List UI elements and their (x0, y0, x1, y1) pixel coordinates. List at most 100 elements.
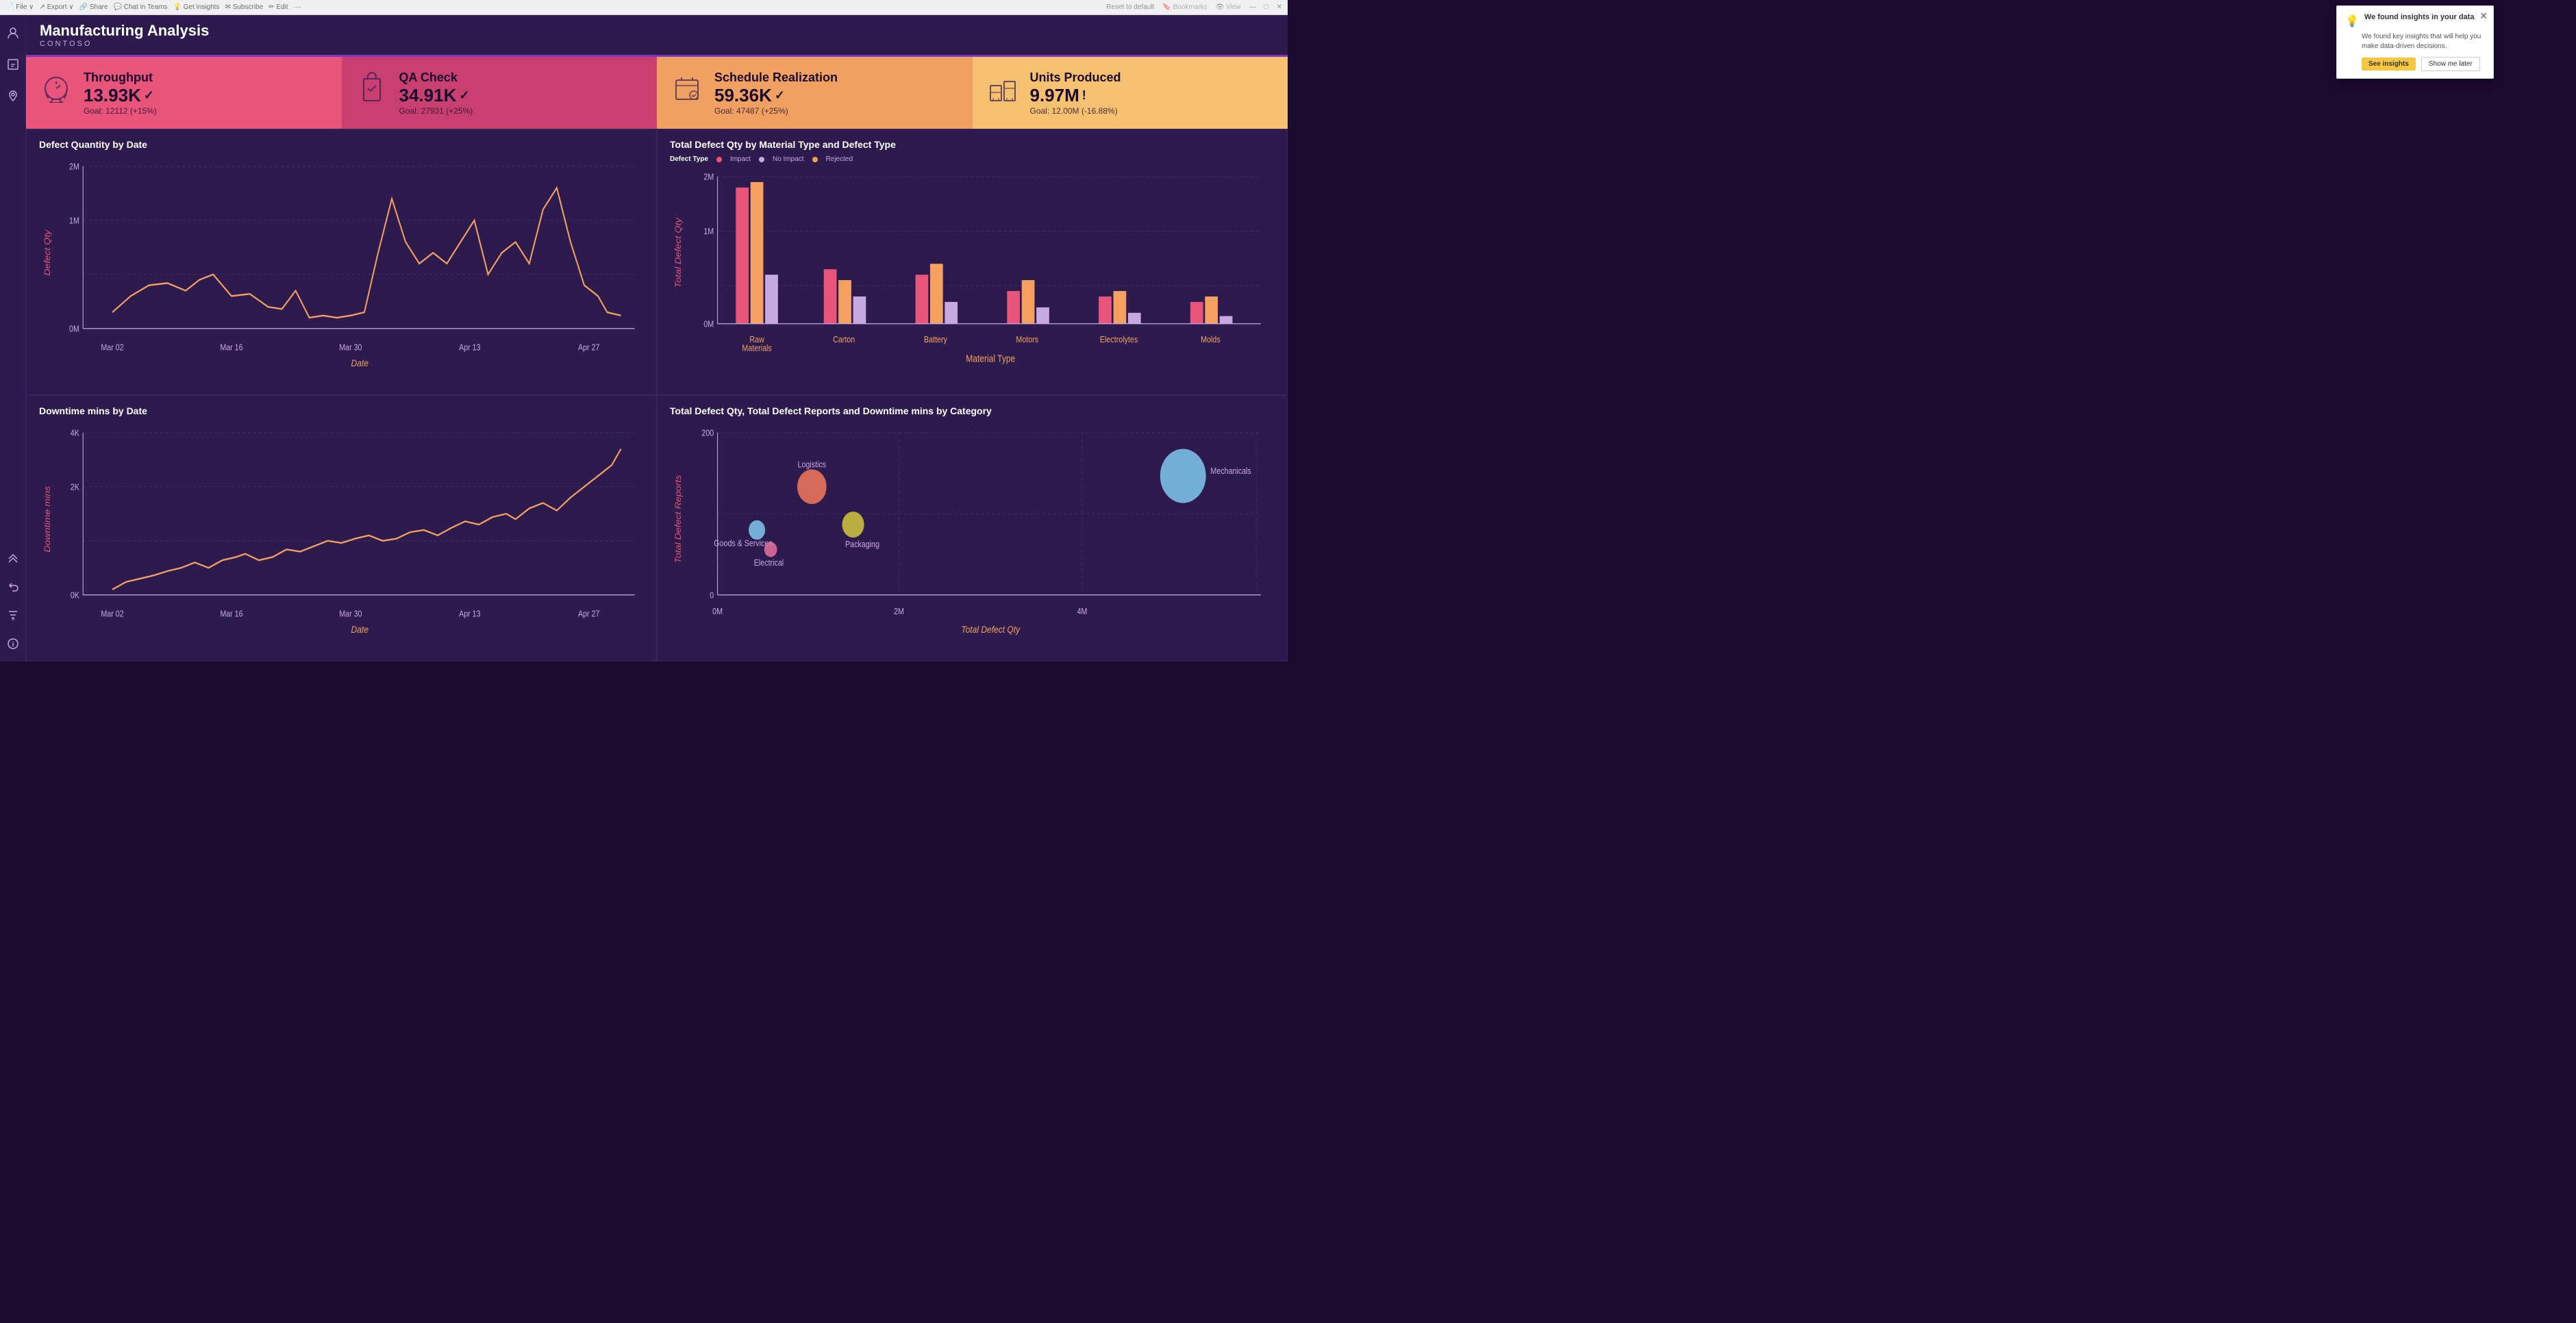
throughput-goal: Goal: 12112 (+15%) (84, 106, 157, 116)
svg-text:4M: 4M (1077, 607, 1088, 616)
kpi-row: Throughput 13.93K✓ Goal: 12112 (+15%) (26, 57, 1288, 129)
sidebar-icon-edit[interactable] (3, 55, 23, 74)
page-subtitle: CONTOSO (40, 40, 1274, 48)
page-header: Manufacturing Analysis CONTOSO (26, 15, 1288, 57)
app-container: 5 Manufacturing Analysis CONTOSO (0, 15, 1288, 662)
schedule-value: 59.36K✓ (714, 85, 838, 106)
svg-text:Mar 30: Mar 30 (339, 343, 362, 353)
sidebar-bottom: 5 (3, 548, 23, 653)
units-goal: Goal: 12.00M (-16.88%) (1030, 106, 1121, 116)
kpi-schedule[interactable]: Schedule Realization 59.36K✓ Goal: 47487… (657, 57, 973, 129)
sidebar-icon-chevrons-up[interactable] (3, 548, 23, 567)
units-icon (985, 72, 1021, 114)
toolbar-share[interactable]: 🔗 Share (79, 3, 108, 11)
svg-text:0: 0 (710, 591, 714, 601)
svg-text:Apr 13: Apr 13 (459, 609, 480, 619)
sidebar-icon-user[interactable] (3, 23, 23, 42)
notification-close-button[interactable]: ✕ (2479, 10, 2488, 22)
schedule-text: Schedule Realization 59.36K✓ Goal: 47487… (714, 71, 838, 116)
defect-qty-title: Defect Quantity by Date (39, 139, 644, 150)
svg-text:0K: 0K (71, 591, 79, 601)
sidebar-icon-location[interactable] (3, 86, 23, 105)
charts-area: Defect Quantity by Date 2M 1M 0M Mar 02 … (26, 129, 1288, 662)
notification-title: We found insights in your data (2364, 13, 2475, 21)
main-content: Manufacturing Analysis CONTOSO (26, 15, 1288, 662)
downtime-chart: Downtime mins by Date 4K 2K 0K Mar 02 Ma… (26, 395, 657, 662)
toolbar-more[interactable]: ··· (294, 3, 301, 11)
svg-text:Apr 13: Apr 13 (459, 343, 480, 353)
toolbar-subscribe[interactable]: ✉ Subscribe (225, 3, 264, 11)
kpi-throughput[interactable]: Throughput 13.93K✓ Goal: 12112 (+15%) (26, 57, 342, 129)
svg-text:2K: 2K (71, 483, 79, 492)
toolbar-insights[interactable]: 💡 Get insights (173, 3, 220, 11)
notification-body: We found key insights that will help you… (2362, 32, 2485, 51)
svg-text:Apr 27: Apr 27 (578, 343, 599, 353)
scatter-title: Total Defect Qty, Total Defect Reports a… (670, 405, 1275, 416)
browser-bar: 📄 File ∨ ↗ Export ∨ 🔗 Share 💬 Chat in Te… (0, 0, 1288, 15)
legend: Defect Type Impact No Impact Rejected (670, 155, 1275, 163)
svg-text:200: 200 (701, 429, 714, 438)
svg-text:Carton: Carton (833, 335, 855, 344)
svg-text:Packaging: Packaging (845, 540, 879, 549)
svg-text:Total Defect Qty: Total Defect Qty (961, 624, 1021, 635)
svg-text:0M: 0M (69, 325, 79, 334)
reset-default[interactable]: Reset to default (1106, 3, 1154, 11)
view[interactable]: 👁 View (1216, 3, 1241, 11)
svg-text:Apr 27: Apr 27 (578, 609, 599, 619)
notification-popup: ✕ 💡 We found insights in your data We fo… (2336, 5, 2494, 79)
defect-qty-chart: Defect Quantity by Date 2M 1M 0M Mar 02 … (26, 129, 657, 395)
bookmarks[interactable]: 🔖 Bookmarks (1162, 3, 1207, 11)
svg-text:4K: 4K (71, 429, 79, 438)
show-me-later-button[interactable]: Show me later (2421, 57, 2480, 71)
sidebar-icon-info[interactable] (3, 634, 23, 653)
svg-text:Battery: Battery (924, 335, 947, 344)
schedule-label: Schedule Realization (714, 71, 838, 85)
svg-text:Molds: Molds (1201, 335, 1221, 344)
schedule-goal: Goal: 47487 (+25%) (714, 106, 838, 116)
window-maximize[interactable]: □ (1264, 3, 1268, 11)
svg-text:1M: 1M (703, 227, 714, 236)
units-value: 9.97M! (1030, 85, 1121, 106)
svg-text:1M: 1M (69, 216, 79, 226)
svg-text:Date: Date (351, 357, 368, 368)
svg-text:2M: 2M (894, 607, 904, 616)
units-text: Units Produced 9.97M! Goal: 12.00M (-16.… (1030, 71, 1121, 116)
qa-value: 34.91K✓ (399, 85, 473, 106)
notification-header: 💡 We found insights in your data (2345, 13, 2485, 28)
svg-text:Materials: Materials (742, 344, 771, 353)
qa-goal: Goal: 27931 (+25%) (399, 106, 473, 116)
toolbar-chat[interactable]: 💬 Chat in Teams (114, 3, 168, 11)
page-title: Manufacturing Analysis (40, 22, 1274, 40)
throughput-icon (38, 72, 74, 114)
svg-text:0M: 0M (703, 320, 714, 329)
scatter-chart: Total Defect Qty, Total Defect Reports a… (657, 395, 1288, 662)
toolbar-file[interactable]: 📄 File ∨ (5, 3, 34, 11)
svg-text:2M: 2M (69, 162, 79, 172)
svg-text:Logistics: Logistics (798, 460, 827, 470)
window-minimize[interactable]: — (1249, 3, 1256, 11)
kpi-units[interactable]: Units Produced 9.97M! Goal: 12.00M (-16.… (973, 57, 1288, 129)
throughput-label: Throughput (84, 71, 157, 85)
sidebar-icon-filter[interactable]: 5 (3, 605, 23, 625)
toolbar-edit[interactable]: ✏ Edit (268, 3, 288, 11)
kpi-qa[interactable]: QA Check 34.91K✓ Goal: 27931 (+25%) (342, 57, 658, 129)
throughput-value: 13.93K✓ (84, 85, 157, 106)
svg-text:Mar 16: Mar 16 (220, 609, 242, 619)
svg-text:Total Defect Reports: Total Defect Reports (673, 475, 683, 563)
svg-text:Total Defect Qty: Total Defect Qty (673, 217, 683, 288)
sidebar-icon-undo[interactable] (3, 577, 23, 596)
notification-actions: See insights Show me later (2362, 57, 2485, 71)
qa-text: QA Check 34.91K✓ Goal: 27931 (+25%) (399, 71, 473, 116)
svg-text:Date: Date (351, 624, 368, 635)
svg-text:Defect Qty: Defect Qty (42, 229, 52, 276)
toolbar-export[interactable]: ↗ Export ∨ (39, 3, 73, 11)
window-close[interactable]: ✕ (1277, 3, 1282, 11)
schedule-icon (669, 72, 705, 114)
svg-text:5: 5 (12, 617, 14, 622)
see-insights-button[interactable]: See insights (2362, 58, 2416, 71)
svg-text:Mechanicals: Mechanicals (1210, 466, 1251, 476)
svg-text:0M: 0M (712, 607, 723, 616)
svg-text:Mar 02: Mar 02 (101, 609, 123, 619)
svg-text:Mar 02: Mar 02 (101, 343, 123, 353)
svg-text:2M: 2M (703, 173, 714, 182)
